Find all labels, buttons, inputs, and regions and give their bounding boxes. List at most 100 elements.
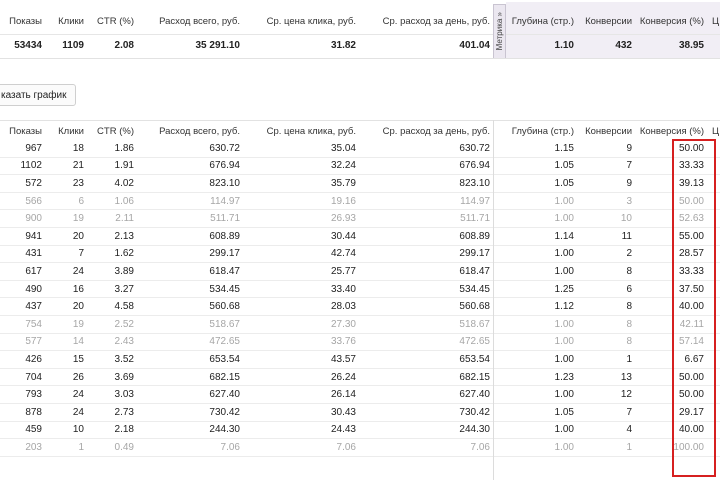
- cell-conversions: 9: [626, 177, 632, 189]
- summary-value-conversion-rate: 38.95: [678, 39, 704, 51]
- column-header-impressions[interactable]: Показы: [0, 121, 42, 141]
- summary-header-depth[interactable]: Глубина (стр.): [506, 8, 574, 34]
- table-row[interactable]: 577 14 2.43 472.65 33.76 472.65 1.00 8 57.14: [0, 334, 720, 352]
- cell-spend-total: 472.65: [209, 336, 240, 348]
- column-header-ctr[interactable]: CTR (%): [84, 121, 134, 141]
- table-row[interactable]: 793 24 3.03 627.40 26.14 627.40 1.00 12 50.00: [0, 386, 720, 404]
- cell-spend-total: 299.17: [209, 248, 240, 260]
- cell-impressions: 941: [25, 230, 42, 242]
- cell-avg-daily-spend: 114.97: [460, 195, 490, 207]
- cell-impressions: 704: [25, 371, 42, 383]
- cell-conversion-rate: 33.33: [678, 265, 704, 277]
- column-header-clicks[interactable]: Клики: [42, 121, 84, 141]
- table-row[interactable]: 566 6 1.06 114.97 19.16 114.97 1.00 3 50.00: [0, 193, 720, 211]
- table-row[interactable]: 572 23 4.02 823.10 35.79 823.10 1.05 9 39.13: [0, 175, 720, 193]
- cell-depth: 1.00: [554, 424, 574, 436]
- cell-conversions: 1: [626, 353, 632, 365]
- table-row[interactable]: 431 7 1.62 299.17 42.74 299.17 1.00 2 28.57: [0, 246, 720, 264]
- cell-clicks: 20: [72, 301, 84, 313]
- summary-header-avg-cpc[interactable]: Ср. цена клика, руб.: [240, 8, 356, 34]
- cell-depth: 1.25: [554, 283, 574, 295]
- cell-avg-daily-spend: 676.94: [459, 160, 490, 172]
- cell-conversions: 2: [626, 248, 632, 260]
- summary-value-impressions: 53434: [14, 39, 42, 51]
- table-row[interactable]: 203 1 0.49 7.06 7.06 7.06 1.00 1 100.00: [0, 439, 720, 457]
- cell-impressions: 878: [25, 406, 42, 418]
- cell-ctr: 1.86: [114, 142, 134, 154]
- cell-clicks: 24: [72, 265, 84, 277]
- table-row[interactable]: 704 26 3.69 682.15 26.24 682.15 1.23 13 50.00: [0, 369, 720, 387]
- summary-header-ctr[interactable]: CTR (%): [84, 8, 134, 34]
- cell-depth: 1.00: [554, 318, 574, 330]
- table-row[interactable]: 426 15 3.52 653.54 43.57 653.54 1.00 1 6.67: [0, 351, 720, 369]
- cell-avg-daily-spend: 608.89: [459, 230, 490, 242]
- summary-header-avg-daily-spend[interactable]: Ср. расход за день, руб.: [356, 8, 490, 34]
- table-row[interactable]: 900 19 2.11 511.71 26.93 511.71 1.00 10 52.63: [0, 210, 720, 228]
- cell-ctr: 3.52: [114, 353, 134, 365]
- summary-header-clicks[interactable]: Клики: [42, 8, 84, 34]
- column-header-price[interactable]: Ц: [712, 121, 720, 141]
- cell-avg-cpc: 43.57: [330, 353, 356, 365]
- cell-spend-total: 511.71: [210, 213, 240, 225]
- summary-header-conversion-rate[interactable]: Конверсия (%): [632, 8, 704, 34]
- cell-spend-total: 7.06: [220, 441, 240, 453]
- cell-spend-total: 730.42: [209, 406, 240, 418]
- column-header-spend-total[interactable]: Расход всего, руб.: [134, 121, 240, 141]
- cell-avg-daily-spend: 511.71: [460, 213, 490, 225]
- cell-ctr: 2.52: [114, 318, 134, 330]
- cell-clicks: 24: [72, 389, 84, 401]
- table-row[interactable]: 617 24 3.89 618.47 25.77 618.47 1.00 8 33.33: [0, 263, 720, 281]
- show-chart-button[interactable]: казать график: [0, 84, 76, 106]
- summary-value-depth: 1.10: [554, 39, 574, 51]
- column-header-conversions[interactable]: Конверсии: [574, 121, 632, 141]
- table-row[interactable]: 1102 21 1.91 676.94 32.24 676.94 1.05 7 33.33: [0, 158, 720, 176]
- column-header-depth[interactable]: Глубина (стр.): [506, 121, 574, 141]
- cell-avg-daily-spend: 730.42: [459, 406, 490, 418]
- cell-impressions: 967: [25, 142, 42, 154]
- table-row[interactable]: 941 20 2.13 608.89 30.44 608.89 1.14 11 55.00: [0, 228, 720, 246]
- column-header-avg-daily-spend[interactable]: Ср. расход за день, руб.: [356, 121, 490, 141]
- summary-value-spend-total: 35 291.10: [195, 39, 241, 51]
- cell-clicks: 20: [72, 230, 84, 242]
- table-row[interactable]: 967 18 1.86 630.72 35.04 630.72 1.15 9 50.00: [0, 140, 720, 158]
- cell-avg-cpc: 32.24: [330, 160, 356, 172]
- cell-avg-cpc: 28.03: [330, 301, 356, 313]
- cell-impressions: 566: [25, 195, 42, 207]
- table-row[interactable]: 459 10 2.18 244.30 24.43 244.30 1.00 4 40.00: [0, 422, 720, 440]
- show-chart-label: казать график: [1, 89, 67, 101]
- cell-avg-daily-spend: 299.17: [459, 248, 490, 260]
- summary-header-conversions[interactable]: Конверсии: [574, 8, 632, 34]
- summary-header-impressions[interactable]: Показы: [0, 8, 42, 34]
- cell-avg-cpc: 19.16: [330, 195, 356, 207]
- table-row[interactable]: 437 20 4.58 560.68 28.03 560.68 1.12 8 40.00: [0, 298, 720, 316]
- cell-impressions: 426: [25, 353, 42, 365]
- cell-avg-daily-spend: 560.68: [459, 301, 490, 313]
- cell-clicks: 18: [72, 142, 84, 154]
- cell-impressions: 490: [25, 283, 42, 295]
- summary-header-price[interactable]: Ц: [712, 8, 720, 34]
- table-row[interactable]: 490 16 3.27 534.45 33.40 534.45 1.25 6 37.50: [0, 281, 720, 299]
- cell-impressions: 617: [25, 265, 42, 277]
- cell-conversion-rate: 50.00: [678, 195, 704, 207]
- table-row[interactable]: 878 24 2.73 730.42 30.43 730.42 1.05 7 29.17: [0, 404, 720, 422]
- column-header-avg-cpc[interactable]: Ср. цена клика, руб.: [240, 121, 356, 141]
- cell-clicks: 16: [72, 283, 84, 295]
- cell-ctr: 2.13: [114, 230, 134, 242]
- cell-conversion-rate: 29.17: [678, 406, 704, 418]
- column-header-conversion-rate[interactable]: Конверсия (%): [632, 121, 704, 141]
- table-row[interactable]: 754 19 2.52 518.67 27.30 518.67 1.00 8 42.11: [0, 316, 720, 334]
- column-separator: [493, 120, 494, 480]
- cell-depth: 1.05: [554, 406, 574, 418]
- summary-header-spend-total[interactable]: Расход всего, руб.: [134, 8, 240, 34]
- table-header: Показы Клики CTR (%) Расход всего, руб. Ср. …: [0, 120, 720, 141]
- cell-avg-daily-spend: 653.54: [459, 353, 490, 365]
- cell-depth: 1.15: [554, 142, 574, 154]
- metrika-tab[interactable]: Метрика »: [493, 4, 506, 59]
- summary-value-clicks: 1109: [62, 39, 84, 51]
- cell-conversions: 8: [626, 301, 632, 313]
- cell-spend-total: 676.94: [209, 160, 240, 172]
- cell-avg-daily-spend: 627.40: [459, 389, 490, 401]
- cell-depth: 1.23: [554, 371, 574, 383]
- cell-avg-daily-spend: 630.72: [459, 142, 490, 154]
- cell-spend-total: 630.72: [209, 142, 240, 154]
